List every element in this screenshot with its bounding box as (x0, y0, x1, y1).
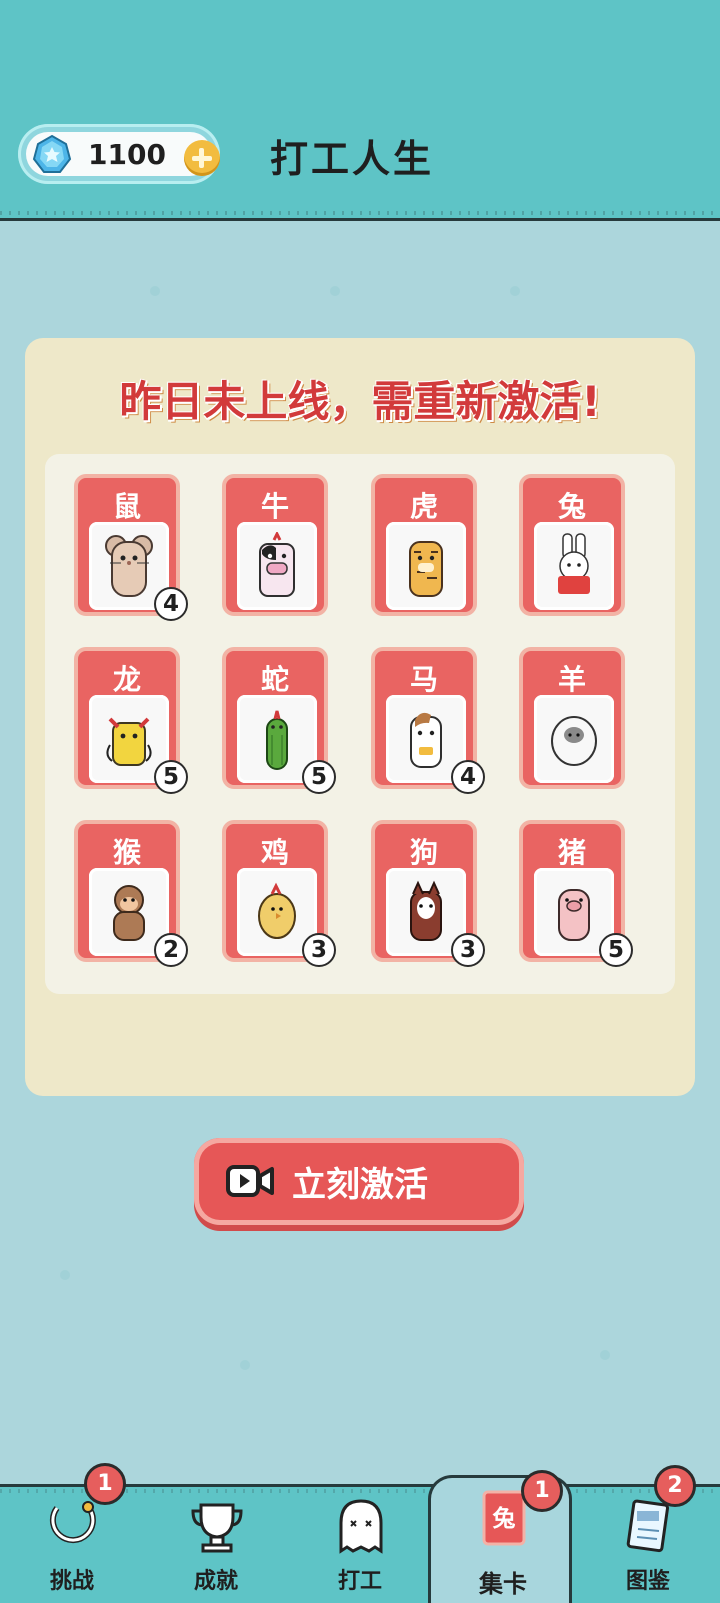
panel-title: 昨日未上线，需重新激活! (119, 377, 601, 426)
card-dog[interactable]: 狗 3 (371, 820, 485, 967)
nav-badge: 2 (654, 1465, 696, 1507)
nav-collect-cards[interactable]: 兔 集卡 1 (428, 1470, 572, 1603)
card-count-badge: 4 (451, 760, 485, 794)
card-count-badge: 4 (154, 587, 188, 621)
card-sheep[interactable]: 羊 (519, 647, 625, 789)
snake-icon (266, 710, 288, 770)
card-art (534, 522, 614, 610)
card-label: 猴 (112, 836, 141, 869)
card-label: 龙 (112, 663, 141, 696)
card-label: 马 (409, 663, 438, 696)
card-rabbit[interactable]: 兔 (519, 474, 625, 616)
card-label: 虎 (409, 490, 438, 523)
sheep-icon (551, 716, 597, 766)
trophy-icon (191, 1503, 243, 1553)
card-monkey[interactable]: 猴 2 (74, 820, 188, 967)
ghost-icon (339, 1499, 383, 1554)
background-dot (330, 286, 340, 296)
cow-icon (259, 532, 295, 597)
card-count-badge: 3 (302, 933, 336, 967)
card-label: 蛇 (260, 663, 289, 696)
card-cow[interactable]: 牛 (222, 474, 328, 616)
card-tiger[interactable]: 虎 (371, 474, 477, 616)
top-bar: 1100 打工人生 (0, 0, 720, 221)
card-count-badge: 5 (154, 760, 188, 794)
currency-value: 1100 (88, 138, 166, 171)
pig-icon (558, 889, 590, 941)
card-label: 鸡 (260, 836, 289, 869)
rabbit-icon (558, 533, 590, 594)
card-dragon[interactable]: 龙 5 (74, 647, 188, 794)
nav-label: 挑战 (49, 1569, 94, 1594)
nav-achievements[interactable]: 成就 (144, 1487, 288, 1603)
plus-icon[interactable] (184, 140, 220, 176)
nav-challenge[interactable]: 挑战 1 (0, 1463, 144, 1603)
card-label: 狗 (409, 836, 438, 869)
nav-label: 图鉴 (625, 1569, 670, 1594)
reactivation-panel: 昨日未上线，需重新激活! 鼠 4 牛 虎 兔 龙 5 蛇 5 马 4 羊 猴 2… (25, 338, 695, 1096)
bottom-navigation: 挑战 1 成就 打工 兔 集卡 1 图鉴 2 (0, 1463, 720, 1603)
dragon-icon (106, 717, 152, 766)
card-count-badge: 2 (154, 933, 188, 967)
card-label: 猪 (557, 836, 586, 869)
video-icon (226, 1165, 274, 1197)
gem-icon (32, 134, 72, 173)
card-art (386, 522, 466, 610)
card-label: 鼠 (112, 490, 141, 523)
rat-icon (105, 535, 153, 597)
card-label: 羊 (557, 663, 586, 696)
card-snake[interactable]: 蛇 5 (222, 647, 336, 794)
currency-widget[interactable]: 1100 (18, 124, 220, 184)
card-chicken[interactable]: 鸡 3 (222, 820, 336, 967)
card-label: 兔 (557, 490, 586, 523)
currency-pill: 1100 (26, 132, 220, 176)
card-art (237, 522, 317, 610)
activate-now-button[interactable]: 立刻激活 (194, 1138, 524, 1225)
nav-badge: 1 (84, 1463, 126, 1505)
card-label: 牛 (260, 490, 289, 523)
card-rat[interactable]: 鼠 4 (74, 474, 188, 621)
card-count-badge: 3 (451, 933, 485, 967)
activate-now-label: 立刻激活 (292, 1165, 428, 1205)
card-icon-character: 兔 (493, 1505, 516, 1532)
dog-icon (410, 880, 442, 941)
nav-work[interactable]: 打工 (288, 1487, 432, 1603)
top-bar-rail (0, 211, 720, 215)
background-dot (150, 286, 160, 296)
card-pig[interactable]: 猪 5 (519, 820, 633, 967)
background-dot (60, 1270, 70, 1280)
chicken-icon (258, 882, 296, 939)
nav-badge: 1 (521, 1470, 563, 1512)
card-art (534, 695, 614, 783)
horse-icon (410, 712, 442, 768)
background-dot (240, 1360, 250, 1370)
challenge-icon (49, 1501, 96, 1544)
zodiac-card-grid: 鼠 4 牛 虎 兔 龙 5 蛇 5 马 4 羊 猴 2 鸡 3 狗 3 猪 5 (45, 454, 675, 994)
card-count-badge: 5 (599, 933, 633, 967)
card-horse[interactable]: 马 4 (371, 647, 485, 794)
nav-guide[interactable]: 图鉴 2 (576, 1465, 720, 1603)
page-title: 打工人生 (270, 137, 435, 181)
tiger-icon (409, 541, 443, 597)
background-dot (600, 1350, 610, 1360)
card-count-badge: 5 (302, 760, 336, 794)
nav-label: 集卡 (479, 1570, 527, 1598)
nav-label: 打工 (337, 1569, 382, 1594)
nav-label: 成就 (193, 1569, 238, 1594)
monkey-icon (113, 885, 145, 941)
background-dot (510, 286, 520, 296)
